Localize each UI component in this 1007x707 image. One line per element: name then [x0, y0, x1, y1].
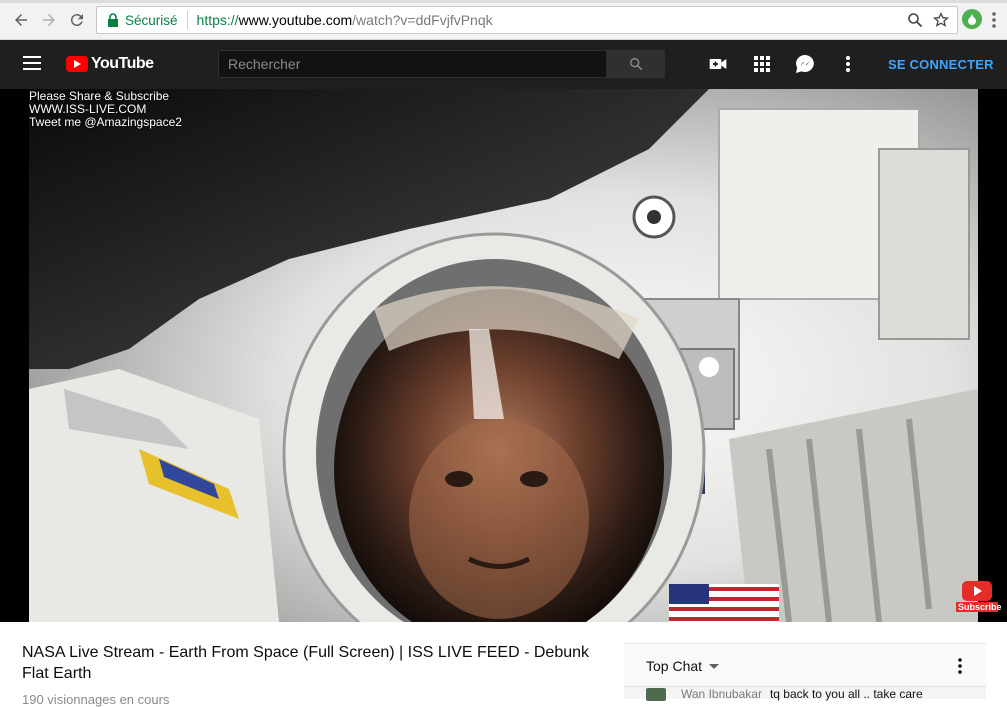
address-bar[interactable]: Sécurisé https://www.youtube.com/watch?v… — [96, 6, 958, 34]
url-text[interactable]: https://www.youtube.com/watch?v=ddFvjfvP… — [197, 12, 493, 28]
live-chat-panel: Top Chat Wan Ibnubakar tq back to you al… — [624, 643, 986, 701]
video-overlay-text: Please Share & Subscribe WWW.ISS-LIVE.CO… — [29, 90, 182, 129]
back-icon[interactable] — [10, 9, 32, 31]
video-title: NASA Live Stream - Earth From Space (Ful… — [22, 644, 590, 682]
more-options-icon[interactable] — [838, 54, 858, 74]
youtube-logo[interactable]: YouTube — [66, 55, 154, 73]
extension-icon[interactable] — [962, 9, 982, 29]
search-icon — [630, 58, 643, 71]
upload-video-icon[interactable] — [708, 54, 728, 74]
zoom-icon[interactable] — [907, 12, 923, 28]
video-frame[interactable] — [29, 89, 978, 622]
apps-icon[interactable] — [752, 54, 772, 74]
secure-label: Sécurisé — [125, 12, 178, 28]
tab-strip — [0, 0, 1007, 3]
reload-icon[interactable] — [66, 9, 88, 31]
search-input[interactable]: Rechercher — [218, 50, 607, 78]
lock-icon — [108, 13, 118, 27]
subscribe-play-icon — [962, 581, 992, 601]
chat-more-icon[interactable] — [958, 658, 962, 674]
youtube-play-icon — [66, 56, 88, 72]
menu-icon[interactable] — [23, 56, 41, 70]
chevron-down-icon[interactable] — [709, 664, 719, 669]
search-button[interactable] — [607, 50, 665, 78]
divider — [186, 11, 188, 29]
browser-menu-icon[interactable] — [988, 10, 1000, 30]
browser-toolbar: Sécurisé https://www.youtube.com/watch?v… — [0, 0, 1007, 40]
signin-button[interactable]: SE CONNECTER — [888, 57, 994, 72]
youtube-masthead: YouTube Rechercher SE CONNECTER — [0, 40, 1007, 89]
forward-icon[interactable] — [38, 9, 60, 31]
chat-mode-selector[interactable]: Top Chat — [646, 658, 702, 674]
star-icon[interactable] — [933, 12, 949, 28]
subscribe-watermark[interactable]: Subscribe — [956, 581, 1002, 612]
video-player[interactable]: Please Share & Subscribe WWW.ISS-LIVE.CO… — [0, 89, 1007, 622]
overlay-line: Tweet me @Amazingspace2 — [29, 115, 182, 129]
chat-header: Top Chat — [624, 644, 986, 687]
view-count: 190 visionnages en cours — [22, 692, 170, 707]
messages-icon[interactable] — [795, 54, 815, 74]
